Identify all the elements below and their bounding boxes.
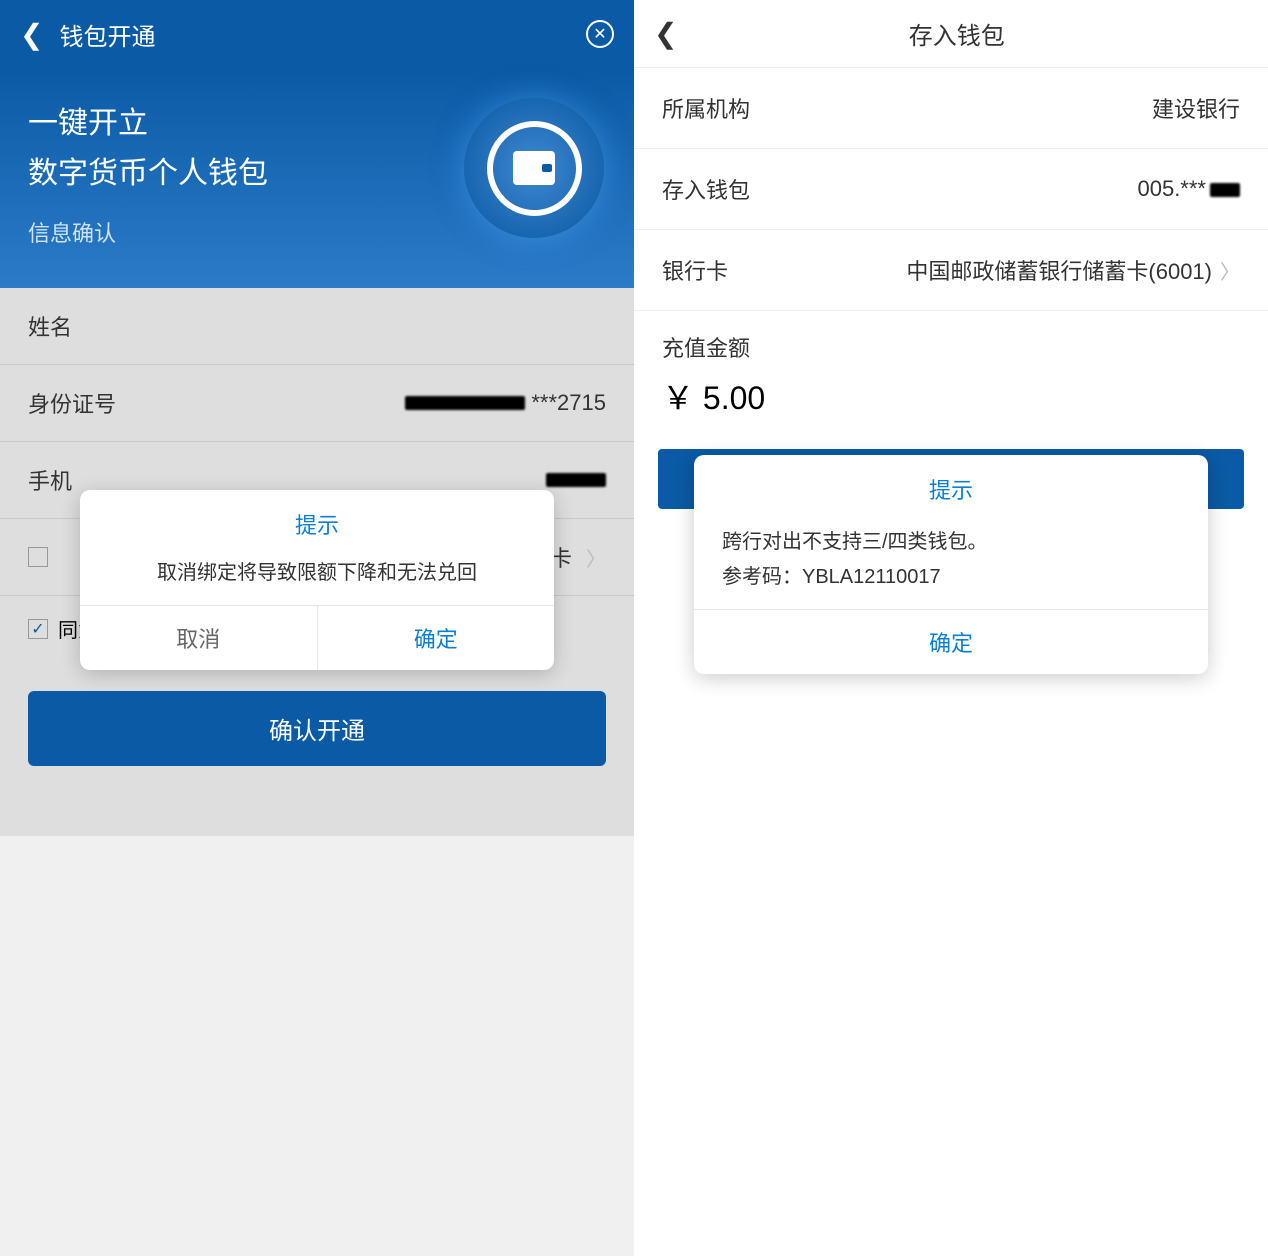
- id-label: 身份证号: [28, 387, 168, 419]
- confirm-open-button[interactable]: 确认开通: [28, 691, 606, 766]
- wallet-icon: [487, 121, 582, 216]
- row-card[interactable]: 银行卡 中国邮政储蓄银行储蓄卡(6001) 〉: [634, 230, 1268, 311]
- bind-checkbox[interactable]: [28, 547, 48, 567]
- org-value: 建设银行: [802, 92, 1240, 124]
- hero-banner: 一键开立 数字货币个人钱包 信息确认: [0, 68, 634, 288]
- amount-value: ￥ 5.00: [634, 373, 1268, 449]
- dialog-line2: 参考码：YBLA12110017: [722, 560, 1180, 589]
- agree-checkbox[interactable]: ✓: [28, 619, 48, 639]
- page-title: 存入钱包: [665, 16, 1248, 51]
- id-value: ***2715: [168, 390, 606, 416]
- ok-button[interactable]: 确定: [694, 609, 1208, 674]
- chevron-right-icon: 〉: [1220, 256, 1240, 285]
- amount-label: 充值金额: [634, 311, 1268, 373]
- wallet-badge: [464, 98, 604, 238]
- card-label: 银行卡: [662, 254, 802, 286]
- screen-wallet-open: ❮ 钱包开通 ✕ 一键开立 数字货币个人钱包 信息确认 姓名 身份证号 ***2…: [0, 0, 634, 1256]
- page-title: 钱包开通: [59, 17, 586, 52]
- row-name[interactable]: 姓名: [0, 288, 634, 365]
- wallet-label: 存入钱包: [662, 173, 802, 205]
- ok-button[interactable]: 确定: [318, 606, 555, 670]
- dialog-line1: 跨行对出不支持三/四类钱包。: [722, 525, 1180, 554]
- row-wallet[interactable]: 存入钱包 005.***: [634, 149, 1268, 230]
- dialog-message: 取消绑定将导致限额下降和无法兑回: [80, 548, 554, 605]
- wallet-value: 005.***: [802, 176, 1240, 202]
- dialog-unbind-warning: 提示 取消绑定将导致限额下降和无法兑回 取消 确定: [80, 490, 554, 670]
- header: ❮ 存入钱包: [634, 0, 1268, 68]
- back-icon[interactable]: ❮: [20, 18, 43, 51]
- screen-deposit: ❮ 存入钱包 所属机构 建设银行 存入钱包 005.*** 银行卡 中国邮政储蓄…: [634, 0, 1268, 1256]
- row-org: 所属机构 建设银行: [634, 68, 1268, 149]
- row-id[interactable]: 身份证号 ***2715: [0, 365, 634, 442]
- header: ❮ 钱包开通 ✕: [0, 0, 634, 68]
- dialog-buttons: 取消 确定: [80, 605, 554, 670]
- dialog-body: 跨行对出不支持三/四类钱包。 参考码：YBLA12110017: [694, 513, 1208, 609]
- dialog-title: 提示: [694, 455, 1208, 513]
- cancel-button[interactable]: 取消: [80, 606, 318, 670]
- name-label: 姓名: [28, 310, 168, 342]
- dialog-error: 提示 跨行对出不支持三/四类钱包。 参考码：YBLA12110017 确定: [694, 455, 1208, 674]
- org-label: 所属机构: [662, 92, 802, 124]
- dialog-title: 提示: [80, 490, 554, 548]
- card-value: 中国邮政储蓄银行储蓄卡(6001): [802, 254, 1212, 286]
- close-icon[interactable]: ✕: [586, 20, 614, 48]
